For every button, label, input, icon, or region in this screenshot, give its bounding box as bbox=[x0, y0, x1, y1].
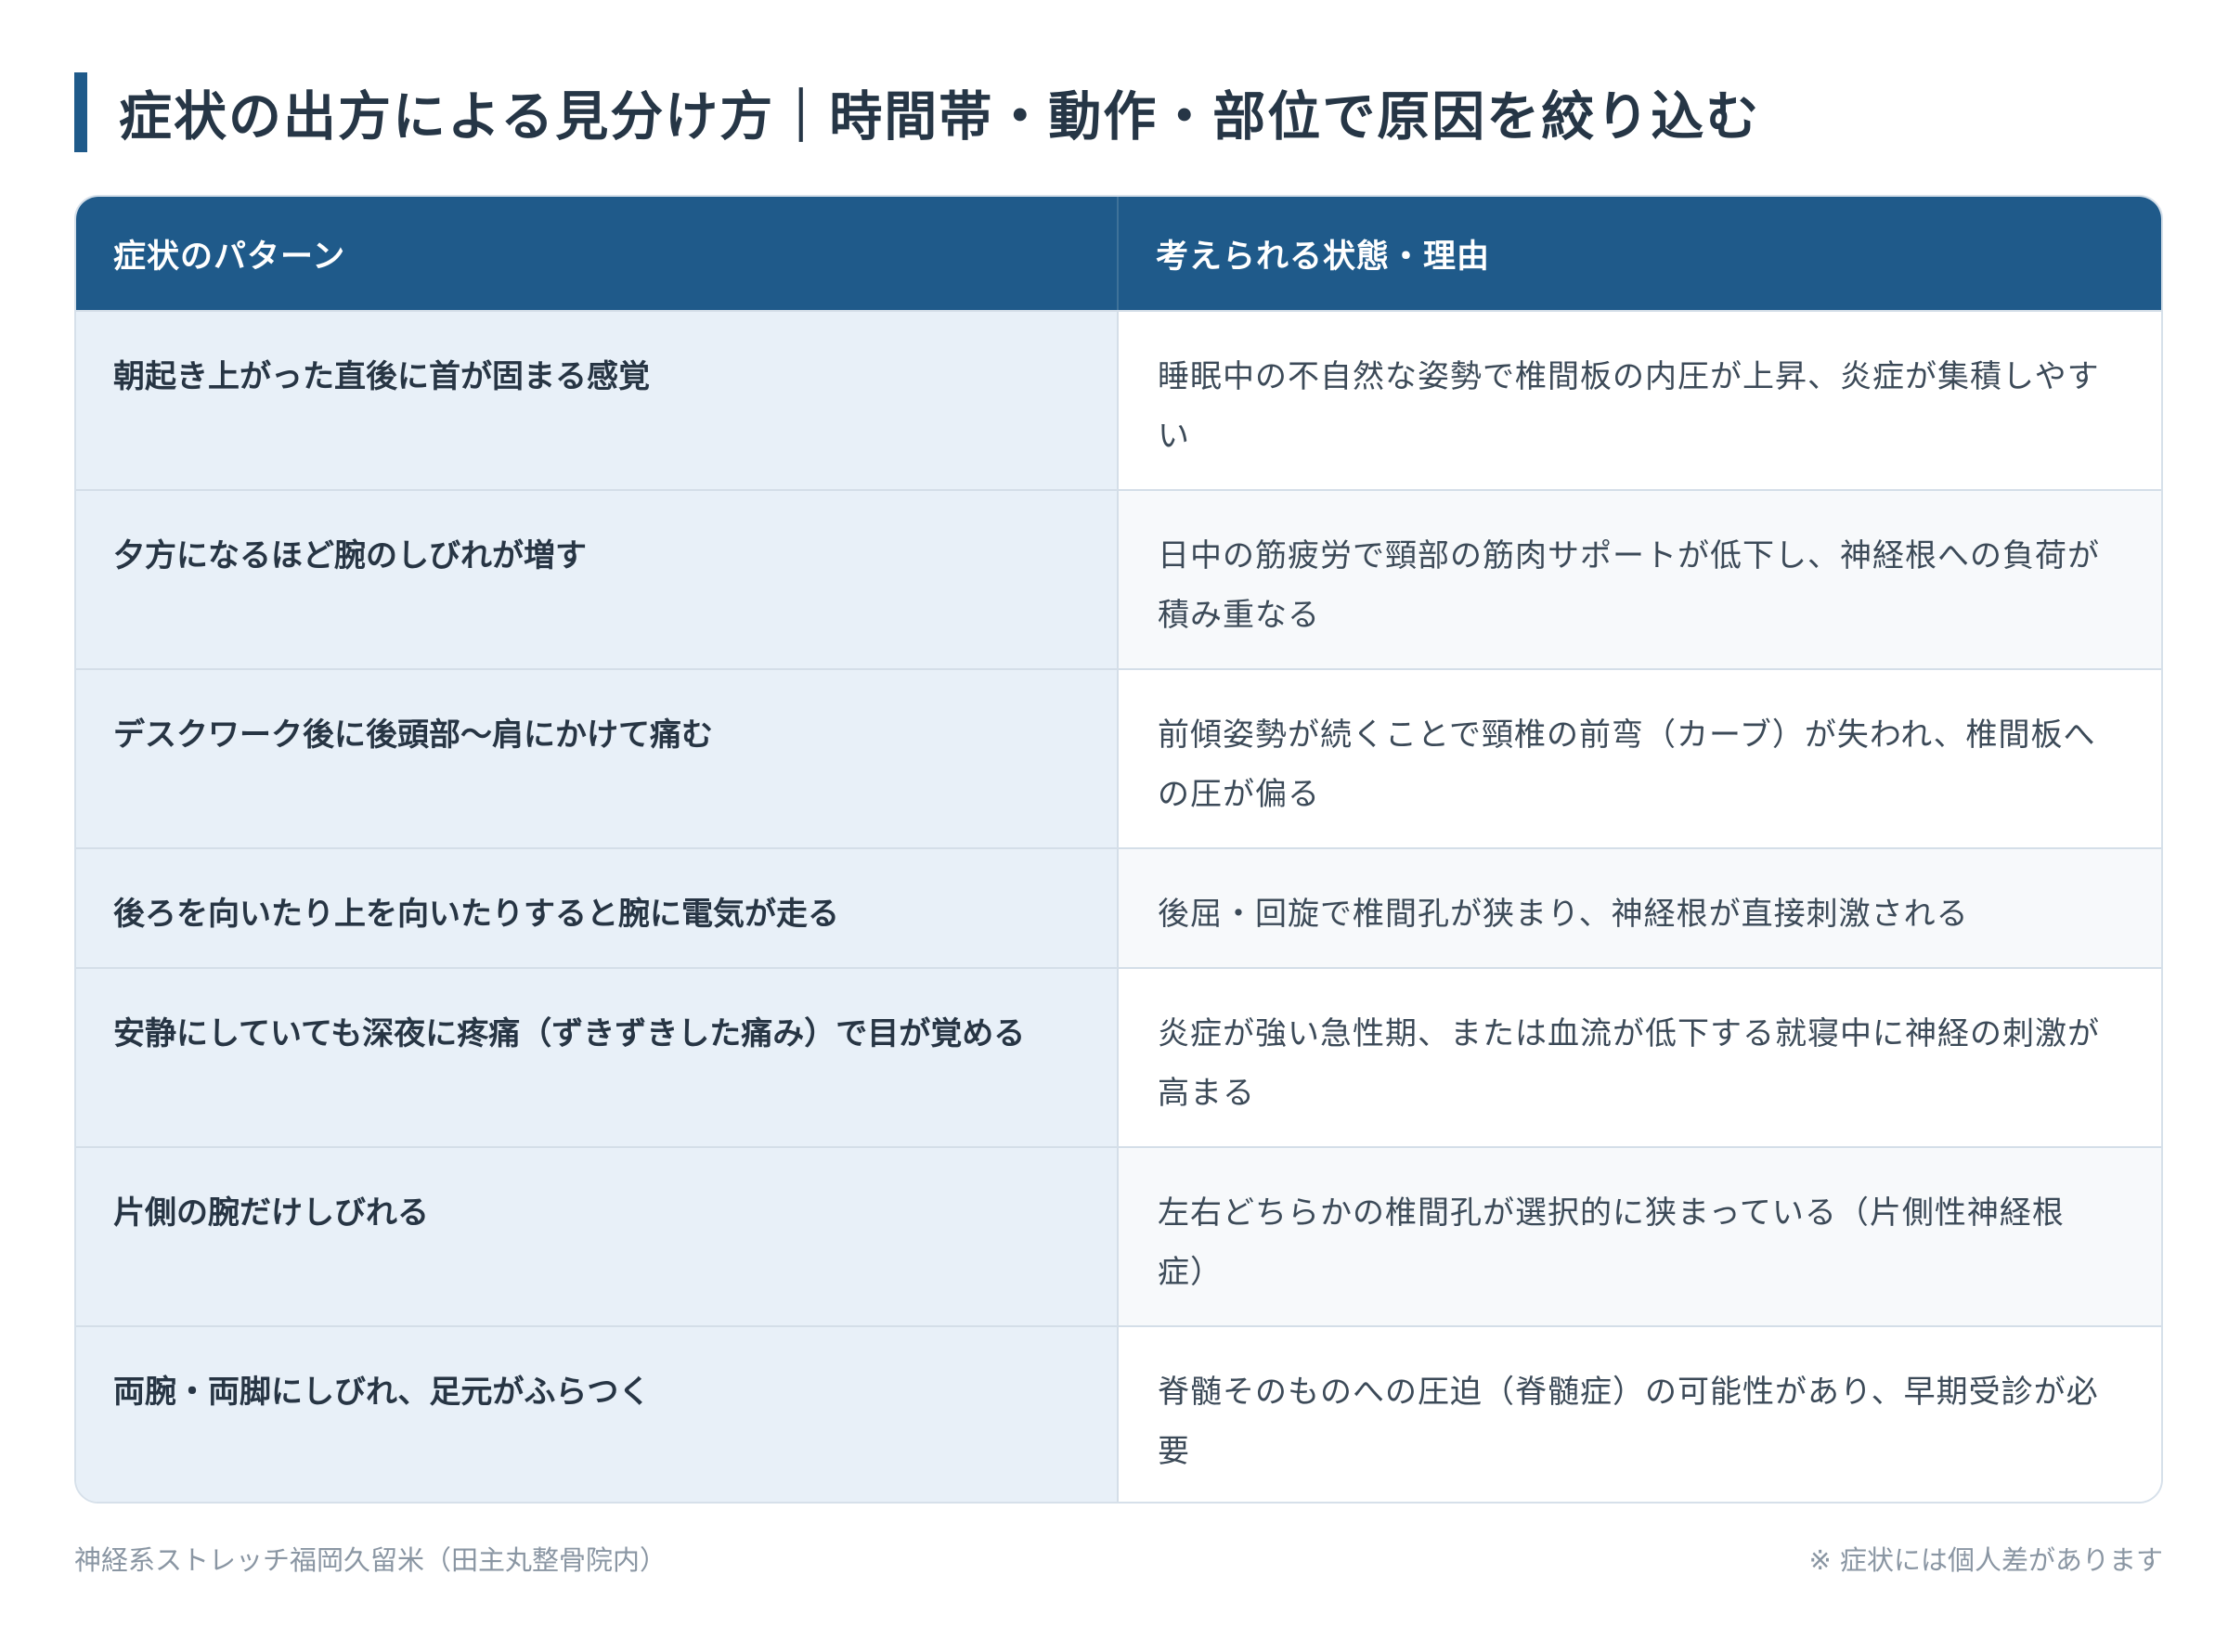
symptom-pattern-cell: 夕方になるほど腕のしびれが増す bbox=[76, 491, 1119, 668]
possible-cause-cell: 脊髄そのものへの圧迫（脊髄症）の可能性があり、早期受診が必要 bbox=[1118, 1327, 2161, 1502]
symptom-pattern-cell: デスクワーク後に後頭部〜肩にかけて痛む bbox=[76, 670, 1119, 847]
table-header-row: 症状のパターン 考えられる状態・理由 bbox=[76, 197, 2161, 310]
symptom-pattern-cell: 片側の腕だけしびれる bbox=[76, 1148, 1119, 1325]
symptom-pattern-cell: 両腕・両脚にしびれ、足元がふらつく bbox=[76, 1327, 1119, 1502]
header-symptom-pattern: 症状のパターン bbox=[76, 197, 1119, 310]
page-header: 症状の出方による見分け方｜時間帯・動作・部位で原因を絞り込む bbox=[74, 72, 1760, 152]
table-row: 夕方になるほど腕のしびれが増す 日中の筋疲労で頸部の筋肉サポートが低下し、神経根… bbox=[76, 489, 2161, 668]
table-row: 片側の腕だけしびれる 左右どちらかの椎間孔が選択的に狭まっている（片側性神経根症… bbox=[76, 1146, 2161, 1325]
possible-cause-cell: 前傾姿勢が続くことで頸椎の前弯（カーブ）が失われ、椎間板への圧が偏る bbox=[1118, 670, 2161, 847]
table-row: 安静にしていても深夜に疼痛（ずきずきした痛み）で目が覚める 炎症が強い急性期、ま… bbox=[76, 967, 2161, 1146]
title-accent-bar bbox=[74, 72, 87, 152]
symptom-table: 症状のパターン 考えられる状態・理由 朝起き上がった直後に首が固まる感覚 睡眠中… bbox=[74, 195, 2163, 1504]
possible-cause-cell: 左右どちらかの椎間孔が選択的に狭まっている（片側性神経根症） bbox=[1118, 1148, 2161, 1325]
header-possible-cause: 考えられる状態・理由 bbox=[1156, 238, 1491, 276]
table-row: 朝起き上がった直後に首が固まる感覚 睡眠中の不自然な姿勢で椎間板の内圧が上昇、炎… bbox=[76, 310, 2161, 489]
possible-cause-cell: 炎症が強い急性期、または血流が低下する就寝中に神経の刺激が高まる bbox=[1118, 969, 2161, 1146]
symptom-pattern-cell: 安静にしていても深夜に疼痛（ずきずきした痛み）で目が覚める bbox=[76, 969, 1119, 1146]
table-row: 後ろを向いたり上を向いたりすると腕に電気が走る 後屈・回旋で椎間孔が狭まり、神経… bbox=[76, 847, 2161, 967]
table-row: 両腕・両脚にしびれ、足元がふらつく 脊髄そのものへの圧迫（脊髄症）の可能性があり… bbox=[76, 1325, 2161, 1502]
possible-cause-cell: 後屈・回旋で椎間孔が狭まり、神経根が直接刺激される bbox=[1118, 849, 2161, 967]
symptom-pattern-cell: 朝起き上がった直後に首が固まる感覚 bbox=[76, 312, 1119, 489]
page-title: 症状の出方による見分け方｜時間帯・動作・部位で原因を絞り込む bbox=[119, 86, 1761, 148]
disclaimer-note: ※ 症状には個人差があります bbox=[1808, 1544, 2163, 1576]
possible-cause-cell: 睡眠中の不自然な姿勢で椎間板の内圧が上昇、炎症が集積しやすい bbox=[1118, 312, 2161, 489]
source-credit: 神経系ストレッチ福岡久留米（田主丸整骨院内） bbox=[74, 1544, 667, 1576]
possible-cause-cell: 日中の筋疲労で頸部の筋肉サポートが低下し、神経根への負荷が積み重なる bbox=[1118, 491, 2161, 668]
symptom-pattern-cell: 後ろを向いたり上を向いたりすると腕に電気が走る bbox=[76, 849, 1119, 967]
table-row: デスクワーク後に後頭部〜肩にかけて痛む 前傾姿勢が続くことで頸椎の前弯（カーブ）… bbox=[76, 668, 2161, 847]
